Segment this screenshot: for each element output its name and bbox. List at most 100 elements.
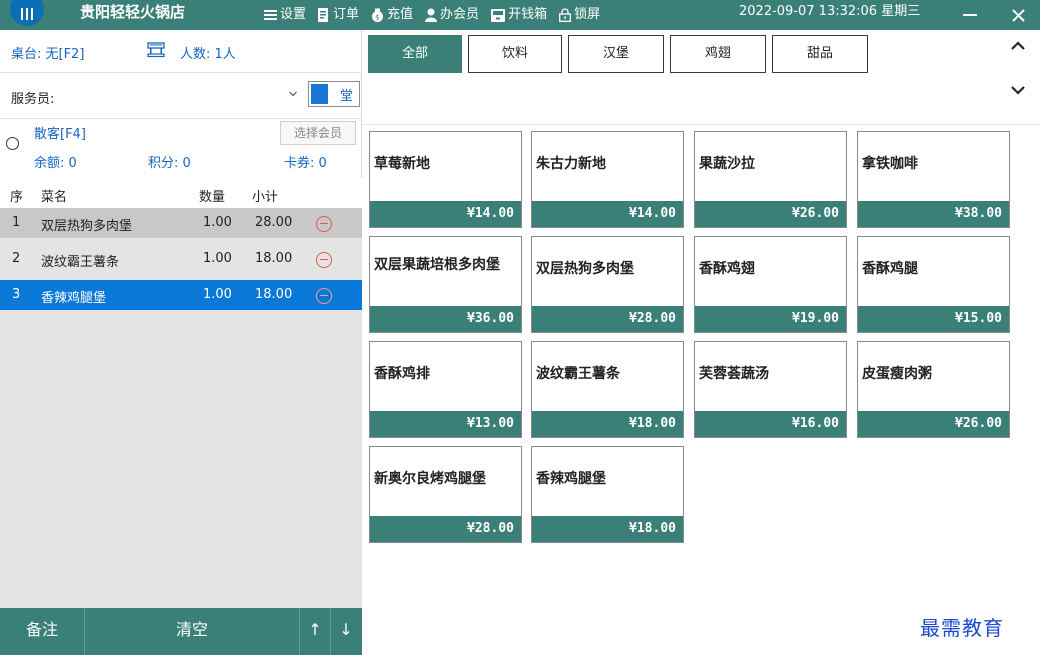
product-price: ¥16.00 bbox=[695, 411, 846, 437]
product-card[interactable]: 朱古力新地 ¥14.00 bbox=[531, 131, 684, 228]
cashbox-icon bbox=[491, 8, 506, 22]
svg-text:$: $ bbox=[375, 14, 379, 22]
user-icon bbox=[425, 8, 438, 22]
member-avatar-icon bbox=[6, 137, 19, 150]
tab-all[interactable]: 全部 bbox=[368, 35, 462, 73]
order-no: 3 bbox=[12, 287, 21, 302]
order-row-selected[interactable]: 3 香辣鸡腿堡 1.00 18.00 bbox=[0, 280, 362, 310]
product-price: ¥36.00 bbox=[370, 306, 521, 332]
open-cashbox-menu[interactable]: 开钱箱 bbox=[491, 0, 547, 30]
order-row[interactable]: 1 双层热狗多肉堡 1.00 28.00 bbox=[0, 208, 362, 238]
product-name: 双层热狗多肉堡 bbox=[536, 261, 634, 277]
tab-chicken-wings[interactable]: 鸡翅 bbox=[670, 35, 766, 73]
product-card[interactable]: 果蔬沙拉 ¥26.00 bbox=[694, 131, 847, 228]
clear-button[interactable]: 清空 bbox=[85, 608, 300, 655]
product-card[interactable]: 双层果蔬培根多肉堡 ¥36.00 bbox=[369, 236, 522, 333]
product-card[interactable]: 皮蛋瘦肉粥 ¥26.00 bbox=[857, 341, 1010, 438]
category-tabs: 全部 饮料 汉堡 鸡翅 甜品 bbox=[368, 35, 874, 75]
lock-screen-menu[interactable]: 锁屏 bbox=[559, 0, 600, 30]
recharge-label: 充值 bbox=[387, 7, 414, 22]
close-button[interactable] bbox=[1003, 0, 1033, 30]
product-card[interactable]: 香酥鸡翅 ¥19.00 bbox=[694, 236, 847, 333]
table-selector[interactable]: 桌台: 无[F2] bbox=[11, 43, 84, 62]
remove-item-icon[interactable] bbox=[316, 252, 332, 268]
remove-item-icon[interactable] bbox=[316, 288, 332, 304]
product-price: ¥28.00 bbox=[370, 516, 521, 542]
divider bbox=[362, 124, 1040, 125]
new-member-label: 办会员 bbox=[440, 7, 480, 22]
order-row[interactable]: 2 波纹霸王薯条 1.00 18.00 bbox=[0, 244, 362, 274]
category-scroll-up-button[interactable] bbox=[1004, 34, 1032, 58]
col-no: 序 bbox=[10, 190, 24, 205]
order-subtotal: 18.00 bbox=[255, 287, 293, 302]
product-name: 波纹霸王薯条 bbox=[536, 366, 620, 382]
tab-burgers[interactable]: 汉堡 bbox=[568, 35, 664, 73]
order-qty: 1.00 bbox=[203, 287, 232, 302]
product-name: 芙蓉荟蔬汤 bbox=[699, 366, 769, 382]
move-down-button[interactable]: ↓ bbox=[331, 608, 361, 655]
product-price: ¥26.00 bbox=[858, 411, 1009, 437]
watermark: 最需教育 bbox=[920, 616, 1004, 640]
order-qty: 1.00 bbox=[203, 251, 232, 266]
product-name: 香酥鸡排 bbox=[374, 366, 430, 382]
chevron-up-icon bbox=[1011, 41, 1025, 50]
order-list: 序 菜名 数量 小计 1 双层热狗多肉堡 1.00 28.00 2 波纹霸王薯条… bbox=[0, 178, 362, 608]
product-price: ¥13.00 bbox=[370, 411, 521, 437]
product-card[interactable]: 草莓新地 ¥14.00 bbox=[369, 131, 522, 228]
product-name: 香酥鸡腿 bbox=[862, 261, 918, 277]
recharge-menu[interactable]: $ 充值 bbox=[371, 0, 413, 30]
dine-in-toggle[interactable]: 堂 bbox=[308, 81, 360, 107]
note-button[interactable]: 备注 bbox=[0, 608, 85, 655]
close-icon bbox=[1011, 8, 1025, 22]
money-bag-icon: $ bbox=[371, 8, 384, 22]
choose-member-button[interactable]: 选择会员 bbox=[280, 121, 356, 145]
move-up-button[interactable]: ↑ bbox=[300, 608, 331, 655]
col-subtotal: 小计 bbox=[252, 190, 279, 205]
product-card[interactable]: 波纹霸王薯条 ¥18.00 bbox=[531, 341, 684, 438]
settings-menu[interactable]: 设置 bbox=[264, 0, 306, 30]
orders-menu[interactable]: 订单 bbox=[318, 0, 359, 30]
tab-drinks[interactable]: 饮料 bbox=[468, 35, 562, 73]
order-no: 2 bbox=[12, 251, 21, 266]
order-list-header: 序 菜名 数量 小计 bbox=[0, 178, 362, 208]
title-bar: 贵阳轻轻火锅店 设置 订单 $ 充值 办会员 开钱箱 锁屏 2022-09-07… bbox=[0, 0, 1040, 30]
product-name: 拿铁咖啡 bbox=[862, 156, 918, 172]
product-name: 皮蛋瘦肉粥 bbox=[862, 366, 932, 382]
order-name: 香辣鸡腿堡 bbox=[41, 291, 107, 306]
waiter-row: 服务员: 堂 bbox=[0, 78, 362, 112]
product-price: ¥28.00 bbox=[532, 306, 683, 332]
product-price: ¥14.00 bbox=[532, 201, 683, 227]
product-card[interactable]: 拿铁咖啡 ¥38.00 bbox=[857, 131, 1010, 228]
waiter-dropdown[interactable] bbox=[288, 86, 302, 102]
product-name: 双层果蔬培根多肉堡 bbox=[374, 257, 500, 273]
tab-desserts[interactable]: 甜品 bbox=[772, 35, 868, 73]
product-card[interactable]: 双层热狗多肉堡 ¥28.00 bbox=[531, 236, 684, 333]
table-info-row: 桌台: 无[F2] 人数: 1人 bbox=[0, 30, 362, 73]
product-card[interactable]: 香酥鸡腿 ¥15.00 bbox=[857, 236, 1010, 333]
new-member-menu[interactable]: 办会员 bbox=[425, 0, 479, 30]
product-price: ¥18.00 bbox=[532, 516, 683, 542]
product-card[interactable]: 香酥鸡排 ¥13.00 bbox=[369, 341, 522, 438]
product-price: ¥15.00 bbox=[858, 306, 1009, 332]
product-card[interactable]: 香辣鸡腿堡 ¥18.00 bbox=[531, 446, 684, 543]
order-actions-bar: 备注 清空 ↑ ↓ bbox=[0, 608, 362, 655]
product-card[interactable]: 新奥尔良烤鸡腿堡 ¥28.00 bbox=[369, 446, 522, 543]
settings-label: 设置 bbox=[280, 7, 307, 22]
order-subtotal: 28.00 bbox=[255, 215, 293, 230]
dine-in-label: 堂 bbox=[339, 89, 353, 104]
datetime-display: 2022-09-07 13:32:06 星期三 bbox=[739, 4, 921, 19]
product-name: 香辣鸡腿堡 bbox=[536, 471, 606, 487]
product-name: 草莓新地 bbox=[374, 156, 430, 172]
product-card[interactable]: 芙蓉荟蔬汤 ¥16.00 bbox=[694, 341, 847, 438]
minimize-button[interactable] bbox=[955, 0, 985, 30]
open-cashbox-label: 开钱箱 bbox=[508, 7, 548, 22]
points-label: 积分: 0 bbox=[148, 156, 191, 171]
member-info: 散客[F4] 选择会员 余额: 0 积分: 0 卡券: 0 bbox=[0, 118, 362, 177]
member-name[interactable]: 散客[F4] bbox=[34, 123, 86, 142]
category-scroll-down-button[interactable] bbox=[1004, 78, 1032, 102]
remove-item-icon[interactable] bbox=[316, 216, 332, 232]
lock-icon bbox=[559, 8, 572, 22]
orders-label: 订单 bbox=[333, 7, 360, 22]
balance-label: 余额: 0 bbox=[34, 156, 77, 171]
people-count[interactable]: 人数: 1人 bbox=[180, 43, 236, 62]
